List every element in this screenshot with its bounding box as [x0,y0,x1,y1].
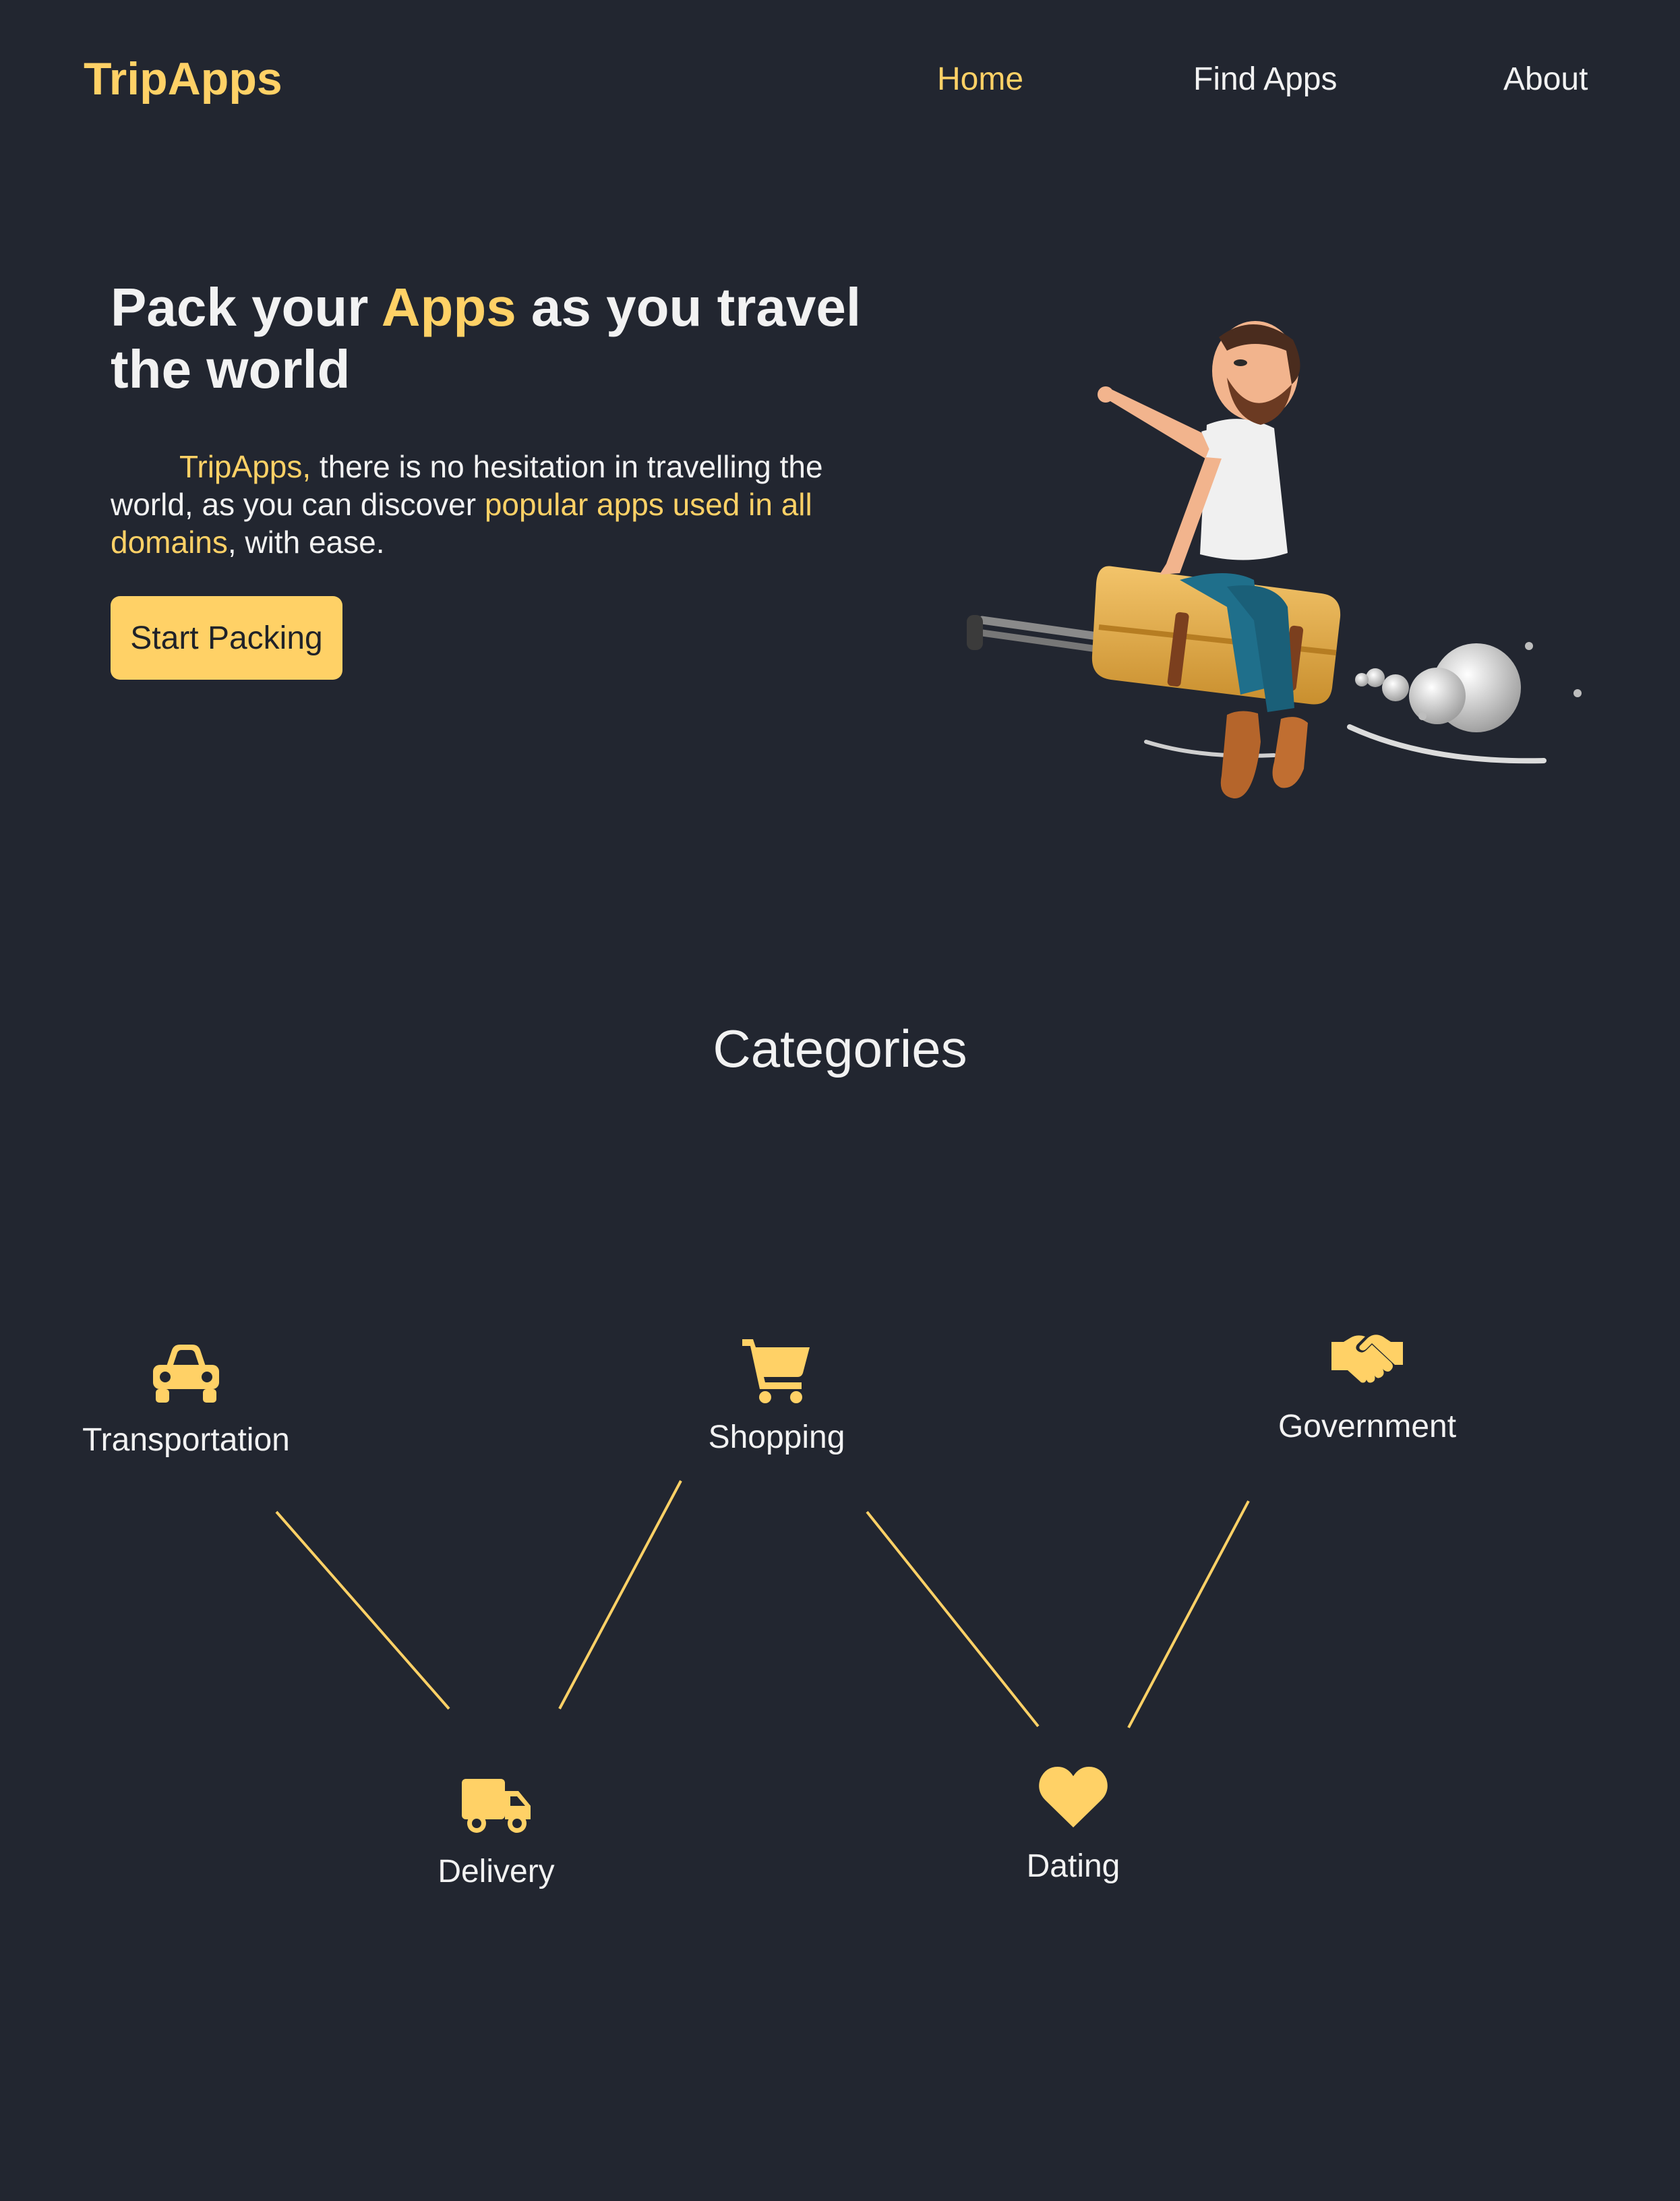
category-shopping[interactable]: Shopping [640,1332,913,1456]
connector-line [1127,1500,1250,1728]
nav-home-link[interactable]: Home [937,61,1023,98]
hero-desc-brand: TripApps, [179,449,311,484]
hero-title: Pack your Apps as you travel the world [111,276,872,401]
handshake-icon [1331,1334,1403,1383]
connector-line [275,1510,450,1710]
hero-desc-text2: , with ease. [227,525,385,560]
start-packing-button[interactable]: Start Packing [111,596,342,680]
nav-find-apps-link[interactable]: Find Apps [1193,61,1337,98]
heart-icon [1039,1767,1108,1827]
category-label: Transportation [82,1422,290,1458]
shopping-cart-icon [742,1339,810,1403]
connector-line [558,1480,682,1709]
category-dating[interactable]: Dating [937,1761,1209,1885]
category-label: Dating [1026,1848,1120,1884]
brand-logo[interactable]: TripApps [84,53,282,105]
category-government[interactable]: Government [1231,1322,1503,1445]
category-label: Government [1278,1409,1457,1444]
connector-line [866,1510,1040,1728]
category-label: Delivery [438,1854,555,1889]
category-delivery[interactable]: Delivery [360,1767,632,1890]
hero-title-part1: Pack your [111,277,382,337]
category-transportation[interactable]: Transportation [50,1335,322,1459]
hero-title-accent: Apps [381,277,516,337]
category-label: Shopping [708,1419,845,1455]
man-riding-suitcase-illustration [967,321,1582,799]
nav-about-link[interactable]: About [1503,61,1588,98]
truck-icon [462,1779,531,1833]
car-icon [153,1345,219,1403]
categories-title: Categories [713,1019,967,1078]
hero-description: TripApps, there is no hesitation in trav… [111,448,879,561]
